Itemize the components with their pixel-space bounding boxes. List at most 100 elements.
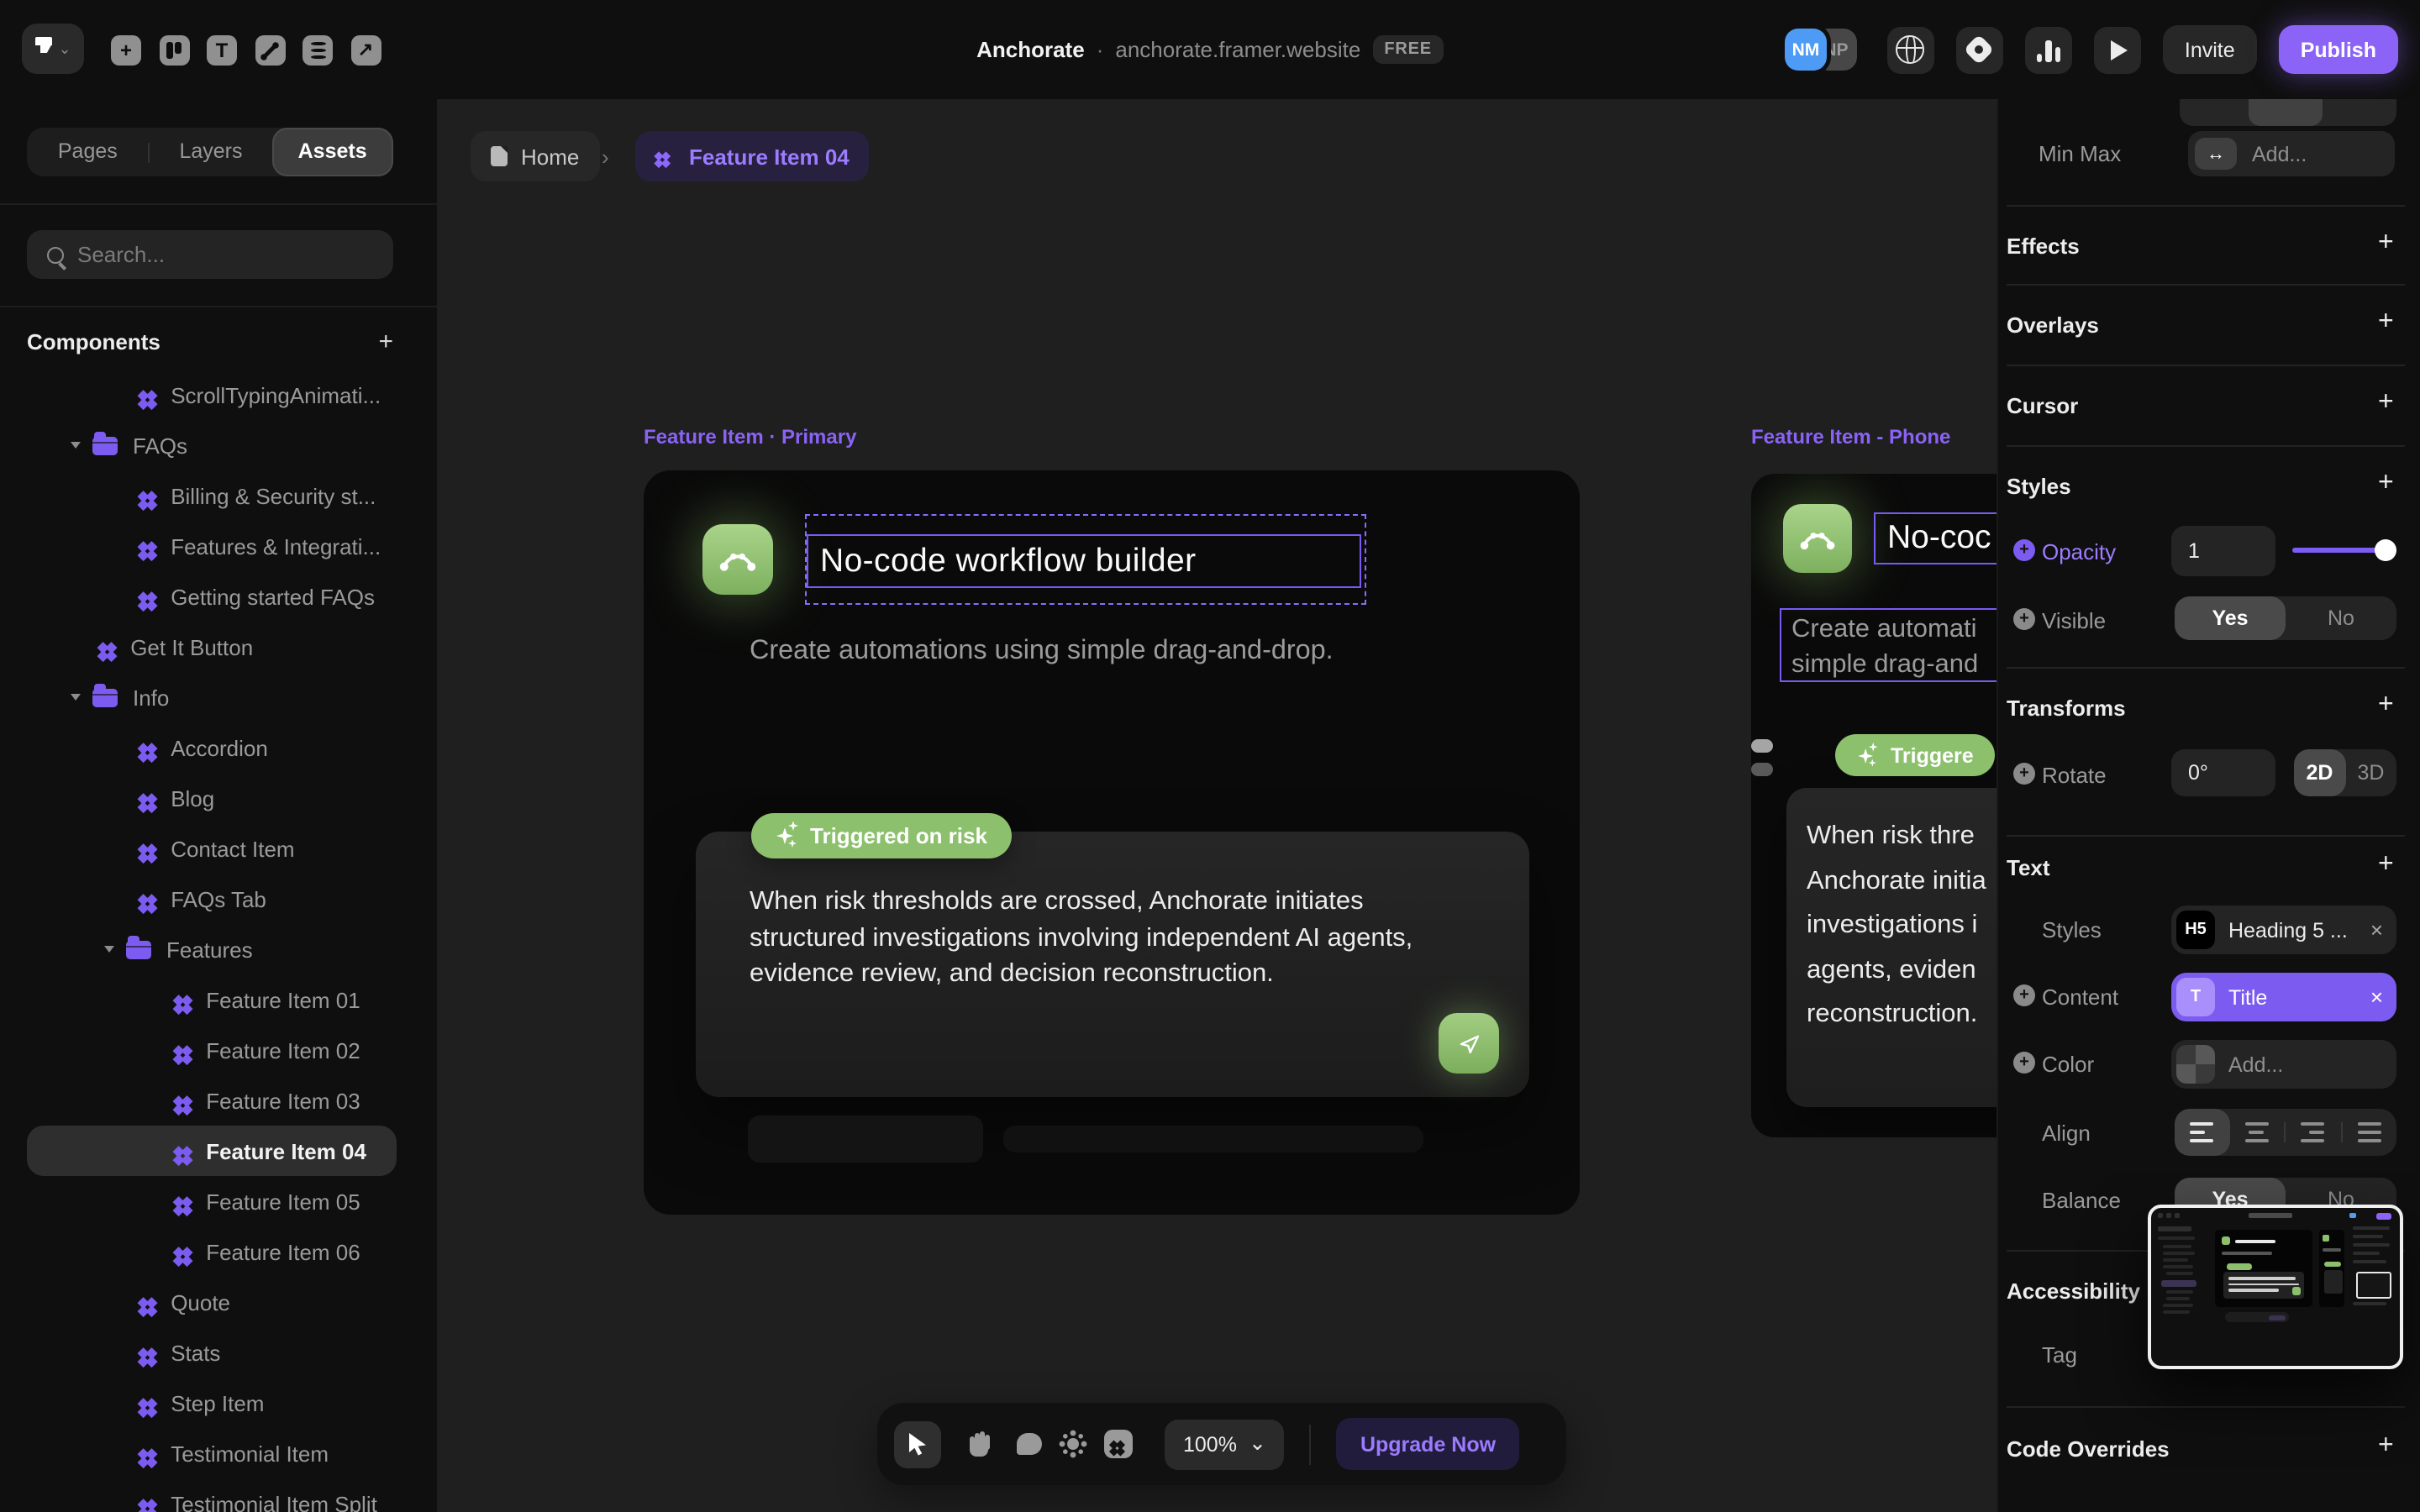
- tree-item[interactable]: Accordion: [27, 722, 397, 773]
- add-overlay-button[interactable]: +: [2378, 309, 2394, 336]
- zoom-dropdown[interactable]: 100% ⌄: [1165, 1419, 1285, 1469]
- align-left-button[interactable]: [2175, 1109, 2229, 1156]
- tree-item[interactable]: Feature Item 02: [27, 1025, 397, 1075]
- invite-button[interactable]: Invite: [2163, 25, 2257, 74]
- visible-reset-icon[interactable]: +: [2013, 608, 2035, 630]
- remove-style-icon[interactable]: ×: [2370, 917, 2383, 942]
- rotate-input[interactable]: 0°: [2171, 749, 2275, 796]
- tree-item[interactable]: Features & Integrati...: [27, 521, 397, 571]
- tree-item[interactable]: Testimonial Item Split: [27, 1478, 397, 1512]
- vector-curve-icon: [1797, 517, 1839, 559]
- tab-layers[interactable]: Layers: [150, 128, 272, 176]
- align-right-button[interactable]: [2286, 1109, 2340, 1156]
- trigger-badge: Triggere: [1835, 734, 1996, 776]
- pan-tool-button[interactable]: [966, 1431, 992, 1457]
- plugins-button[interactable]: [1956, 26, 2003, 73]
- caret-down-icon[interactable]: [71, 694, 81, 701]
- tree-item[interactable]: Get It Button: [27, 622, 397, 672]
- remove-content-icon[interactable]: ×: [2370, 984, 2383, 1010]
- theme-toggle-button[interactable]: [1067, 1438, 1079, 1450]
- tree-item[interactable]: Blog: [27, 773, 397, 823]
- selected-text-field[interactable]: No-code workflow builder: [807, 534, 1361, 588]
- opacity-input[interactable]: 1: [2171, 526, 2275, 576]
- screenshot-preview[interactable]: [2148, 1205, 2403, 1369]
- 2d-option[interactable]: 2D: [2294, 749, 2345, 796]
- tree-item[interactable]: ScrollTypingAnimati...: [27, 370, 397, 420]
- tree-item[interactable]: Feature Item 01: [27, 974, 397, 1025]
- 3d-option[interactable]: 3D: [2345, 749, 2396, 796]
- tab-pages[interactable]: Pages: [27, 128, 149, 176]
- divider: [2007, 1406, 2405, 1408]
- tree-folder[interactable]: Features: [27, 924, 397, 974]
- frame-label-primary[interactable]: Feature Item · Primary: [644, 425, 856, 449]
- add-cursor-button[interactable]: +: [2378, 390, 2394, 417]
- align-justify-button[interactable]: [2342, 1109, 2396, 1156]
- select-tool-button[interactable]: [894, 1420, 941, 1467]
- styles-header: Styles: [2007, 474, 2071, 499]
- frame-label-phone[interactable]: Feature Item - Phone: [1751, 425, 1950, 449]
- caret-down-icon[interactable]: [104, 946, 114, 953]
- analytics-button[interactable]: [2025, 26, 2072, 73]
- opacity-reset-icon[interactable]: +: [2013, 539, 2035, 561]
- folder-icon: [92, 688, 118, 706]
- content-binding-pill[interactable]: T Title ×: [2171, 973, 2396, 1021]
- tree-item[interactable]: Step Item: [27, 1378, 397, 1428]
- breadcrumb-current[interactable]: Feature Item 04: [635, 131, 870, 181]
- components-tree: ScrollTypingAnimati... FAQs Billing & Se…: [0, 370, 437, 1512]
- feature-card-phone[interactable]: No-coc Create automati simple drag-and T…: [1751, 474, 1996, 1137]
- site-settings-button[interactable]: [1887, 26, 1934, 73]
- publish-button[interactable]: Publish: [2279, 25, 2398, 74]
- opacity-slider-knob[interactable]: [2375, 539, 2396, 561]
- tree-item[interactable]: Contact Item: [27, 823, 397, 874]
- tree-item[interactable]: Testimonial Item: [27, 1428, 397, 1478]
- selected-text-block[interactable]: Create automati simple drag-and: [1780, 608, 1996, 682]
- tree-item-label: Info: [133, 685, 169, 710]
- divider: [1310, 1424, 1312, 1464]
- caret-down-icon[interactable]: [71, 442, 81, 449]
- components-panel-button[interactable]: [1104, 1430, 1133, 1458]
- globe-icon: [1897, 35, 1925, 64]
- tree-item[interactable]: Getting started FAQs: [27, 571, 397, 622]
- add-transform-button[interactable]: +: [2378, 692, 2394, 719]
- selected-text-field[interactable]: No-coc: [1874, 512, 1996, 564]
- tree-item[interactable]: Feature Item 05: [27, 1176, 397, 1226]
- add-code-override-button[interactable]: +: [2378, 1433, 2394, 1460]
- tree-item-selected[interactable]: Feature Item 04: [27, 1126, 397, 1176]
- tree-item[interactable]: Stats: [27, 1327, 397, 1378]
- feature-card-primary[interactable]: No-code workflow builder Create automati…: [644, 470, 1580, 1215]
- search-input[interactable]: Search...: [27, 230, 393, 279]
- tree-item[interactable]: Feature Item 03: [27, 1075, 397, 1126]
- tree-folder[interactable]: FAQs: [27, 420, 397, 470]
- tree-item[interactable]: Quote: [27, 1277, 397, 1327]
- tab-assets[interactable]: Assets: [271, 128, 393, 176]
- tree-item-label: Contact Item: [171, 836, 294, 861]
- minmax-input[interactable]: ↔ Add...: [2188, 131, 2395, 176]
- add-text-style-button[interactable]: +: [2378, 852, 2394, 879]
- color-picker[interactable]: Add...: [2171, 1040, 2396, 1089]
- upgrade-button[interactable]: Upgrade Now: [1337, 1418, 1519, 1470]
- add-component-button[interactable]: +: [378, 329, 393, 354]
- tree-item[interactable]: Billing & Security st...: [27, 470, 397, 521]
- tree-folder[interactable]: Info: [27, 672, 397, 722]
- comment-tool-button[interactable]: [1017, 1433, 1042, 1455]
- align-center-button[interactable]: [2229, 1109, 2284, 1156]
- add-style-button[interactable]: +: [2378, 470, 2394, 497]
- avatar[interactable]: NM: [1785, 29, 1827, 71]
- vector-curve-icon: [716, 538, 760, 581]
- breadcrumb-home[interactable]: Home: [471, 131, 599, 181]
- breadcrumb-home-label: Home: [521, 144, 579, 169]
- framer-app: ⌄ + T ↗ Anchorate · anchorate.framer.web…: [0, 0, 2420, 1512]
- text-style-pill[interactable]: H5 Heading 5 ... ×: [2171, 906, 2396, 954]
- visible-yes-option[interactable]: Yes: [2175, 596, 2286, 640]
- tree-item[interactable]: Feature Item 06: [27, 1226, 397, 1277]
- color-reset-icon[interactable]: +: [2013, 1052, 2035, 1074]
- card-subtitle: Create automations using simple drag-and…: [750, 635, 1334, 667]
- rotate-reset-icon[interactable]: +: [2013, 763, 2035, 785]
- divider: [2007, 445, 2405, 447]
- canvas[interactable]: Home › Feature Item 04 Feature Item · Pr…: [437, 99, 1996, 1512]
- content-reset-icon[interactable]: +: [2013, 984, 2035, 1006]
- tree-item[interactable]: FAQs Tab: [27, 874, 397, 924]
- add-effect-button[interactable]: +: [2378, 230, 2394, 257]
- preview-button[interactable]: [2094, 26, 2141, 73]
- visible-no-option[interactable]: No: [2286, 596, 2396, 640]
